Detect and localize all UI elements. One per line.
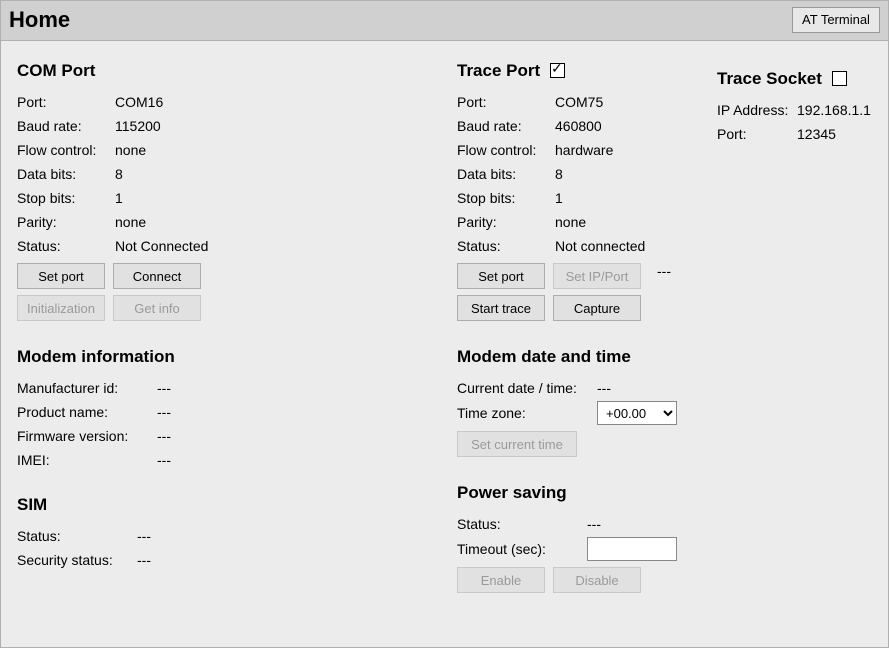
content: COM Port Port:COM16 Baud rate:115200 Flo…: [1, 41, 888, 647]
firmware-label: Firmware version:: [17, 425, 157, 447]
product-label: Product name:: [17, 401, 157, 423]
capture-button[interactable]: Capture: [553, 295, 641, 321]
modem-datetime-section: Modem date and time Current date / time:…: [457, 339, 872, 461]
current-datetime-value: ---: [597, 377, 611, 399]
com-parity-value: none: [115, 211, 146, 233]
manuf-label: Manufacturer id:: [17, 377, 157, 399]
trace-baud-label: Baud rate:: [457, 115, 555, 137]
com-port-label: Port:: [17, 91, 115, 113]
product-value: ---: [157, 401, 171, 423]
trace-set-port-button[interactable]: Set port: [457, 263, 545, 289]
trace-status-label: Status:: [457, 235, 555, 257]
com-port-heading: COM Port: [17, 61, 457, 81]
com-baud-value: 115200: [115, 115, 161, 137]
com-port-section: COM Port Port:COM16 Baud rate:115200 Flo…: [17, 53, 457, 325]
socket-port-value: 12345: [797, 123, 836, 145]
timezone-select[interactable]: +00.00: [597, 401, 677, 425]
com-initialization-button: Initialization: [17, 295, 105, 321]
trace-stopbits-value: 1: [555, 187, 563, 209]
socket-port-label: Port:: [717, 123, 797, 145]
com-databits-value: 8: [115, 163, 123, 185]
modem-info-heading: Modem information: [17, 347, 457, 367]
com-flow-value: none: [115, 139, 146, 161]
home-window: Home AT Terminal COM Port Port:COM16 Bau…: [0, 0, 889, 648]
power-enable-button: Enable: [457, 567, 545, 593]
com-flow-label: Flow control:: [17, 139, 115, 161]
trace-flow-value: hardware: [555, 139, 613, 161]
com-status-label: Status:: [17, 235, 115, 257]
at-terminal-button[interactable]: AT Terminal: [792, 7, 880, 33]
trace-parity-label: Parity:: [457, 211, 555, 233]
trace-port-heading: Trace Port: [457, 61, 540, 81]
page-title: Home: [9, 7, 70, 33]
trace-baud-value: 460800: [555, 115, 602, 137]
right-column: Trace Socket IP Address:192.168.1.1 Port…: [457, 53, 872, 639]
timezone-label: Time zone:: [457, 402, 597, 424]
com-status-value: Not Connected: [115, 235, 208, 257]
start-trace-button[interactable]: Start trace: [457, 295, 545, 321]
firmware-value: ---: [157, 425, 171, 447]
titlebar: Home AT Terminal: [1, 1, 888, 41]
sim-status-value: ---: [137, 525, 151, 547]
sim-section: SIM Status:--- Security status:---: [17, 487, 457, 573]
trace-databits-label: Data bits:: [457, 163, 555, 185]
power-status-label: Status:: [457, 513, 587, 535]
power-saving-section: Power saving Status:--- Timeout (sec): E…: [457, 475, 872, 597]
ip-port-dash: ---: [649, 263, 671, 289]
power-status-value: ---: [587, 513, 601, 535]
socket-ip-label: IP Address:: [717, 99, 797, 121]
imei-label: IMEI:: [17, 449, 157, 471]
com-databits-label: Data bits:: [17, 163, 115, 185]
sim-security-label: Security status:: [17, 549, 137, 571]
trace-port-label: Port:: [457, 91, 555, 113]
imei-value: ---: [157, 449, 171, 471]
power-saving-heading: Power saving: [457, 483, 872, 503]
com-stopbits-value: 1: [115, 187, 123, 209]
modem-datetime-heading: Modem date and time: [457, 347, 872, 367]
set-ip-port-button: Set IP/Port: [553, 263, 641, 289]
modem-info-section: Modem information Manufacturer id:--- Pr…: [17, 339, 457, 473]
com-stopbits-label: Stop bits:: [17, 187, 115, 209]
com-baud-label: Baud rate:: [17, 115, 115, 137]
manuf-value: ---: [157, 377, 171, 399]
com-connect-button[interactable]: Connect: [113, 263, 201, 289]
trace-parity-value: none: [555, 211, 586, 233]
trace-port-checkbox[interactable]: [550, 63, 565, 78]
current-datetime-label: Current date / time:: [457, 377, 597, 399]
timeout-label: Timeout (sec):: [457, 538, 587, 560]
trace-port-value: COM75: [555, 91, 603, 113]
left-column: COM Port Port:COM16 Baud rate:115200 Flo…: [17, 53, 457, 639]
trace-databits-value: 8: [555, 163, 563, 185]
power-disable-button: Disable: [553, 567, 641, 593]
timeout-input[interactable]: [587, 537, 677, 561]
com-get-info-button: Get info: [113, 295, 201, 321]
trace-socket-checkbox[interactable]: [832, 71, 847, 86]
trace-flow-label: Flow control:: [457, 139, 555, 161]
com-set-port-button[interactable]: Set port: [17, 263, 105, 289]
trace-status-value: Not connected: [555, 235, 645, 257]
trace-socket-heading: Trace Socket: [717, 69, 822, 89]
socket-ip-value: 192.168.1.1: [797, 99, 871, 121]
com-port-value: COM16: [115, 91, 163, 113]
sim-heading: SIM: [17, 495, 457, 515]
com-parity-label: Parity:: [17, 211, 115, 233]
sim-status-label: Status:: [17, 525, 137, 547]
trace-socket-section: Trace Socket IP Address:192.168.1.1 Port…: [717, 61, 871, 147]
sim-security-value: ---: [137, 549, 151, 571]
set-current-time-button: Set current time: [457, 431, 577, 457]
trace-stopbits-label: Stop bits:: [457, 187, 555, 209]
